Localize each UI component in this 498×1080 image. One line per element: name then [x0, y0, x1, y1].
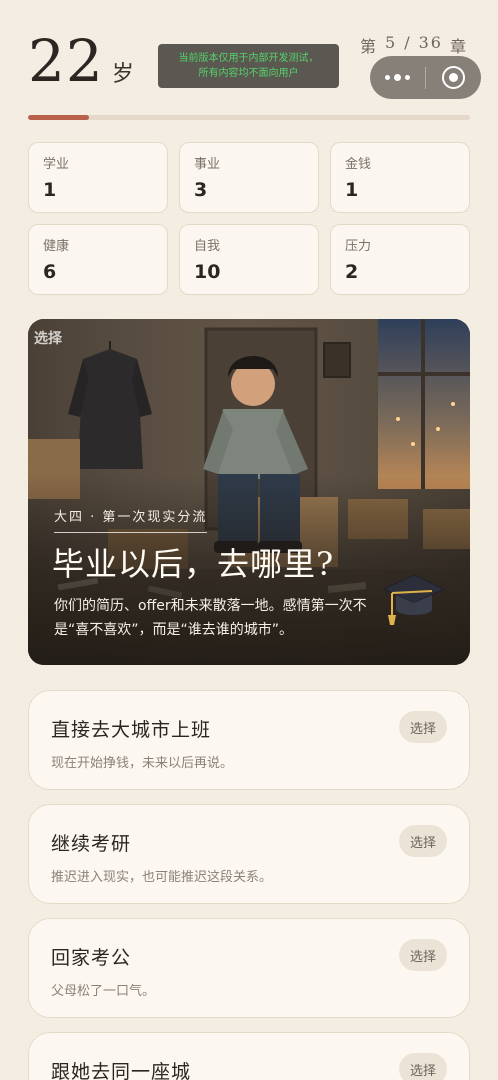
choice-card-civil-service[interactable]: 回家考公 父母松了一口气。 选择 — [28, 918, 470, 1018]
stat-label: 压力 — [345, 239, 372, 254]
stat-card-health: 健康 6 — [28, 224, 168, 295]
stat-label: 事业 — [194, 157, 221, 172]
more-icon[interactable] — [370, 56, 425, 99]
choice-card-big-city[interactable]: 直接去大城市上班 现在开始挣钱，未来以后再说。 选择 — [28, 690, 470, 790]
chapter-separator: / — [404, 33, 412, 52]
scene-card: 选择 大四 · 第一次现实分流 毕业以后，去哪里? 你们的简历、offer和未来… — [28, 319, 470, 665]
chapter-progress-bar — [28, 115, 470, 120]
scene-corner-label: 选择 — [34, 331, 62, 347]
chapter-total: 36 — [418, 33, 443, 52]
choice-description: 父母松了一口气。 — [51, 984, 156, 999]
choose-button[interactable]: 选择 — [399, 825, 447, 857]
choice-title: 直接去大城市上班 — [51, 719, 212, 741]
choice-title: 继续考研 — [51, 833, 132, 855]
chapter-prefix: 第 — [360, 37, 379, 56]
stat-card-self: 自我 10 — [179, 224, 319, 295]
dev-notice-toast: 当前版本仅用于内部开发测试， 所有内容均不面向用户 — [158, 44, 339, 88]
stat-value: 1 — [43, 179, 57, 201]
stat-label: 健康 — [43, 239, 70, 254]
choose-button[interactable]: 选择 — [399, 939, 447, 971]
stat-value: 6 — [43, 261, 57, 283]
chapter-suffix: 章 — [449, 37, 468, 56]
stat-value: 1 — [345, 179, 359, 201]
choose-button[interactable]: 选择 — [399, 711, 447, 743]
choice-card-same-city[interactable]: 跟她去同一座城 选择 — [28, 1032, 470, 1080]
graduation-cap-icon — [382, 574, 446, 625]
dev-notice-line1: 当前版本仅用于内部开发测试， — [178, 53, 319, 64]
scene-title: 毕业以后，去哪里? — [52, 545, 335, 583]
dev-notice-line2: 所有内容均不面向用户 — [198, 68, 299, 79]
age-unit: 岁 — [111, 62, 134, 87]
stat-card-money: 金钱 1 — [330, 142, 470, 213]
stat-card-study: 学业 1 — [28, 142, 168, 213]
choice-description: 现在开始挣钱，未来以后再说。 — [51, 756, 234, 771]
choose-button[interactable]: 选择 — [399, 1053, 447, 1080]
age-display: 22 岁 — [28, 30, 134, 92]
chapter-progress-fill — [28, 115, 90, 120]
choice-title: 回家考公 — [51, 947, 132, 969]
age-number: 22 — [28, 27, 104, 95]
chapter-current: 5 — [385, 33, 398, 52]
stat-label: 学业 — [43, 157, 70, 172]
choice-description: 推迟进入现实，也可能推迟这段关系。 — [51, 870, 273, 885]
stat-label: 金钱 — [345, 157, 372, 172]
stat-card-career: 事业 3 — [179, 142, 319, 213]
stat-label: 自我 — [194, 239, 221, 254]
stat-value: 3 — [194, 179, 208, 201]
miniprogram-capsule — [370, 56, 481, 99]
chapter-indicator: 第 5 / 36 章 — [360, 33, 468, 57]
scene-kicker: 大四 · 第一次现实分流 — [54, 506, 208, 533]
close-icon[interactable] — [426, 56, 481, 99]
stats-grid: 学业 1 事业 3 金钱 1 健康 6 自我 10 压力 2 — [28, 142, 470, 295]
stat-value: 10 — [194, 261, 221, 283]
stat-card-stress: 压力 2 — [330, 224, 470, 295]
stat-value: 2 — [345, 261, 359, 283]
choice-card-grad-school[interactable]: 继续考研 推迟进入现实，也可能推迟这段关系。 选择 — [28, 804, 470, 904]
scene-description: 你们的简历、offer和未来散落一地。感情第一次不是“喜不喜欢”，而是“谁去谁的… — [54, 598, 367, 638]
choice-title: 跟她去同一座城 — [51, 1061, 192, 1080]
